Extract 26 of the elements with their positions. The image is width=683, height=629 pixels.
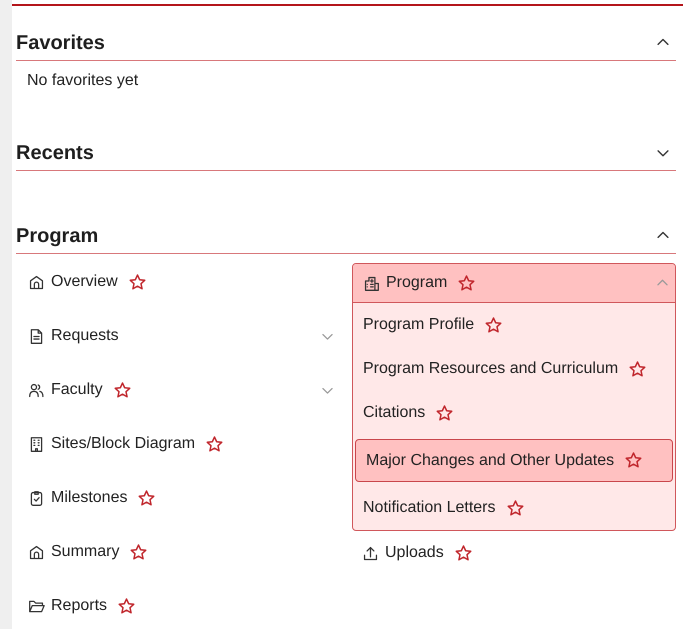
nav-item[interactable]: Program Resources and Curriculum xyxy=(353,347,675,391)
nav-group-header[interactable]: Program xyxy=(353,264,675,303)
clipboard-icon xyxy=(28,490,45,506)
nav-item[interactable]: Reports xyxy=(28,597,108,615)
nav-item[interactable]: Citations xyxy=(353,391,675,435)
building-icon xyxy=(363,274,380,292)
section-header[interactable]: Favorites xyxy=(16,26,676,61)
people-icon xyxy=(28,382,45,398)
section-header[interactable]: Program xyxy=(16,219,676,254)
nav-item[interactable]: Program Profile xyxy=(353,303,675,347)
section-header[interactable]: Recents xyxy=(16,136,676,171)
nav-item[interactable]: Faculty xyxy=(28,381,103,399)
nav-item[interactable]: Uploads xyxy=(362,544,444,562)
nav-item[interactable]: Milestones xyxy=(28,489,128,507)
nav-item[interactable]: Overview xyxy=(28,273,118,291)
empty-message: No favorites yet xyxy=(26,71,138,91)
building-icon xyxy=(28,436,45,452)
nav-item[interactable]: Notification Letters xyxy=(353,486,675,530)
nav-item[interactable]: Requests xyxy=(28,327,119,345)
document-icon xyxy=(28,328,45,344)
selected-nav-item[interactable]: Major Changes and Other Updates xyxy=(355,439,673,482)
home-icon xyxy=(28,544,45,560)
nav-item[interactable]: Sites/Block Diagram xyxy=(28,435,196,453)
home-icon xyxy=(28,274,45,290)
upload-icon xyxy=(362,544,379,562)
nav-item[interactable]: Summary xyxy=(28,543,120,561)
